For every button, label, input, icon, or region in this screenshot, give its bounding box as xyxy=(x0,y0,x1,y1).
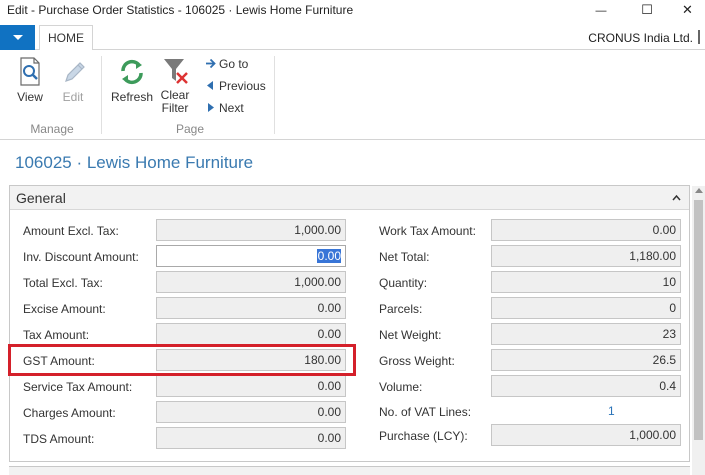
window-title: Edit - Purchase Order Statistics - 10602… xyxy=(7,3,354,17)
field-label: Volume: xyxy=(379,380,423,394)
minimize-icon: — xyxy=(595,5,607,17)
field-label: Tax Amount: xyxy=(23,328,90,342)
refresh-label: Refresh xyxy=(110,90,154,104)
triangle-right-icon xyxy=(208,103,214,112)
parcels-field[interactable]: 0 xyxy=(491,297,681,319)
clear-filter-icon xyxy=(164,59,188,84)
field-label: Total Excl. Tax: xyxy=(23,276,103,290)
arrow-right-icon xyxy=(206,58,216,69)
maximize-icon: ☐ xyxy=(641,2,653,17)
quantity-field[interactable]: 10 xyxy=(491,271,681,293)
field-label: Service Tax Amount: xyxy=(23,380,133,394)
next-fasttab-header[interactable] xyxy=(9,466,690,475)
refresh-button[interactable]: Refresh xyxy=(109,56,155,104)
field-label: Inv. Discount Amount: xyxy=(23,250,139,264)
general-fasttab-header[interactable]: General xyxy=(10,186,689,210)
view-button[interactable]: View xyxy=(10,56,50,104)
field-label: TDS Amount: xyxy=(23,432,95,446)
chevron-up-icon[interactable] xyxy=(672,192,681,204)
net-total-field[interactable]: 1,180.00 xyxy=(491,245,681,267)
field-label: Quantity: xyxy=(379,276,428,290)
field-label: Net Weight: xyxy=(379,328,442,342)
gross-weight-field[interactable]: 26.5 xyxy=(491,349,681,371)
field-label: Net Total: xyxy=(379,250,430,264)
clear-filter-button[interactable]: Clear Filter xyxy=(157,56,193,115)
group-label-page: Page xyxy=(175,122,205,136)
scroll-up-icon[interactable] xyxy=(695,188,703,193)
scrollbar-thumb[interactable] xyxy=(694,200,703,440)
title-bar: Edit - Purchase Order Statistics - 10602… xyxy=(0,0,705,22)
field-label: No. of VAT Lines: xyxy=(379,405,472,419)
edit-label: Edit xyxy=(62,90,84,104)
application-menu-button[interactable] xyxy=(0,25,35,50)
group-label-manage: Manage xyxy=(30,122,74,136)
ribbon-tab-row: HOME CRONUS India Ltd. xyxy=(0,22,705,51)
service-tax-amount-field[interactable]: 0.00 xyxy=(156,375,346,397)
gst-amount-highlight xyxy=(8,344,356,376)
chevron-down-icon xyxy=(13,35,23,40)
minimize-button[interactable]: — xyxy=(578,0,624,22)
charges-amount-field[interactable]: 0.00 xyxy=(156,401,346,423)
volume-field[interactable]: 0.4 xyxy=(491,375,681,397)
triangle-left-icon xyxy=(207,81,213,90)
tds-amount-field[interactable]: 0.00 xyxy=(156,427,346,449)
field-label: Amount Excl. Tax: xyxy=(23,224,119,238)
inv-discount-amount-input[interactable]: 0.00 xyxy=(156,245,346,267)
next-button[interactable]: Next xyxy=(205,99,255,119)
previous-button[interactable]: Previous xyxy=(205,77,275,97)
inv-discount-amount-value: 0.00 xyxy=(316,249,341,263)
pencil-icon xyxy=(65,62,85,82)
view-icon xyxy=(20,57,40,86)
excise-amount-field[interactable]: 0.00 xyxy=(156,297,346,319)
work-tax-amount-field[interactable]: 0.00 xyxy=(491,219,681,241)
page-title: 106025 · Lewis Home Furniture xyxy=(15,153,254,172)
clear-filter-label: Clear Filter xyxy=(160,88,190,115)
close-icon: ✕ xyxy=(682,2,693,17)
net-weight-field[interactable]: 23 xyxy=(491,323,681,345)
no-of-vat-lines-link[interactable]: 1 xyxy=(608,404,615,418)
ribbon: View Edit Manage Refresh Clear Filter Go… xyxy=(0,50,705,140)
next-label: Next xyxy=(219,101,244,115)
group-separator xyxy=(101,56,102,134)
edit-button[interactable]: Edit xyxy=(55,56,91,104)
go-to-label: Go to xyxy=(219,57,249,71)
maximize-button[interactable]: ☐ xyxy=(624,0,670,22)
field-label: Work Tax Amount: xyxy=(379,224,476,238)
refresh-icon xyxy=(121,59,143,85)
view-label: View xyxy=(17,90,43,104)
total-excl-tax-field[interactable]: 1,000.00 xyxy=(156,271,346,293)
field-label: Parcels: xyxy=(379,302,423,316)
vertical-scrollbar[interactable] xyxy=(692,186,705,475)
previous-label: Previous xyxy=(219,79,266,93)
company-name[interactable]: CRONUS India Ltd. xyxy=(588,31,693,45)
tab-home[interactable]: HOME xyxy=(39,25,93,51)
field-label: Charges Amount: xyxy=(23,406,116,420)
go-to-button[interactable]: Go to xyxy=(205,55,265,75)
amount-excl-tax-field[interactable]: 1,000.00 xyxy=(156,219,346,241)
field-label: Gross Weight: xyxy=(379,354,455,368)
fasttab-caption: General xyxy=(16,190,66,206)
close-button[interactable]: ✕ xyxy=(670,0,705,22)
field-label: Excise Amount: xyxy=(23,302,106,316)
group-separator xyxy=(274,56,275,134)
purchase-lcy-field[interactable]: 1,000.00 xyxy=(491,424,681,446)
field-label: Purchase (LCY): xyxy=(379,429,468,443)
tax-amount-field[interactable]: 0.00 xyxy=(156,323,346,345)
ribbon-collapse-icon[interactable] xyxy=(695,30,703,44)
